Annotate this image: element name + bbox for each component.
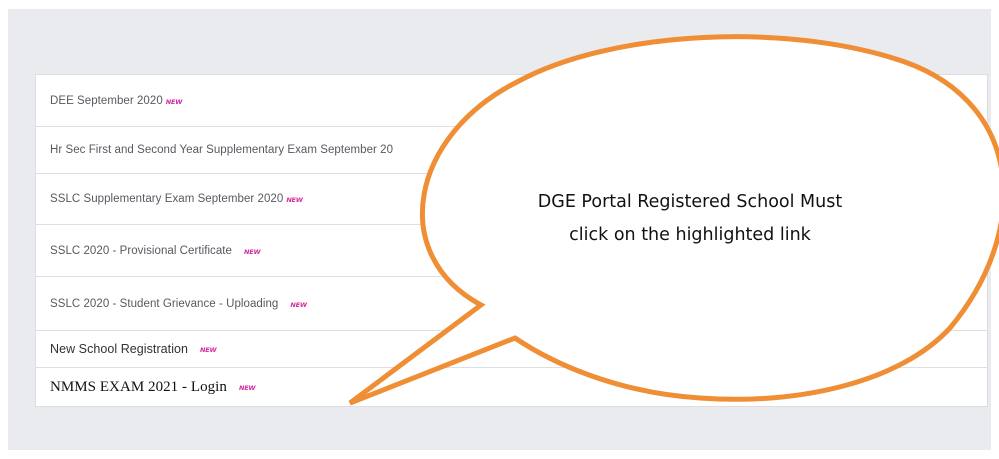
callout-line-1: DGE Portal Registered School Must — [537, 192, 843, 212]
callout-line-2: click on the highlighted link — [569, 225, 811, 245]
link-label[interactable]: SSLC Supplementary Exam September 2020 — [50, 193, 283, 205]
new-badge-icon: NEW — [165, 97, 183, 106]
list-item-new-school-registration[interactable]: New School Registration NEW — [36, 331, 987, 368]
link-label[interactable]: New School Registration — [50, 342, 188, 356]
new-badge-icon: NEW — [286, 196, 303, 204]
link-label[interactable]: Hr Sec First and Second Year Supplementa… — [50, 144, 393, 156]
link-label[interactable]: SSLC 2020 - Student Grievance - Uploadin… — [50, 298, 278, 310]
new-badge-icon: NEW — [244, 247, 261, 256]
link-label[interactable]: SSLC 2020 - Provisional Certificate — [50, 245, 232, 257]
list-item-sslc-student-grievance[interactable]: SSLC 2020 - Student Grievance - Uploadin… — [36, 277, 987, 331]
list-item-nmms-exam-login[interactable]: NMMS EXAM 2021 - Login NEW — [36, 368, 987, 406]
callout-text: DGE Portal Registered School Must click … — [500, 186, 880, 252]
list-item-dee-september-2020[interactable]: DEE September 2020 NEW — [36, 75, 987, 127]
new-badge-icon: NEW — [200, 346, 217, 354]
new-badge-icon: NEW — [238, 384, 256, 392]
link-label[interactable]: NMMS EXAM 2021 - Login — [50, 379, 227, 396]
link-label[interactable]: DEE September 2020 — [50, 95, 163, 107]
new-badge-icon: NEW — [290, 300, 307, 309]
list-item-hr-sec-supplementary-exam[interactable]: Hr Sec First and Second Year Supplementa… — [36, 127, 987, 174]
